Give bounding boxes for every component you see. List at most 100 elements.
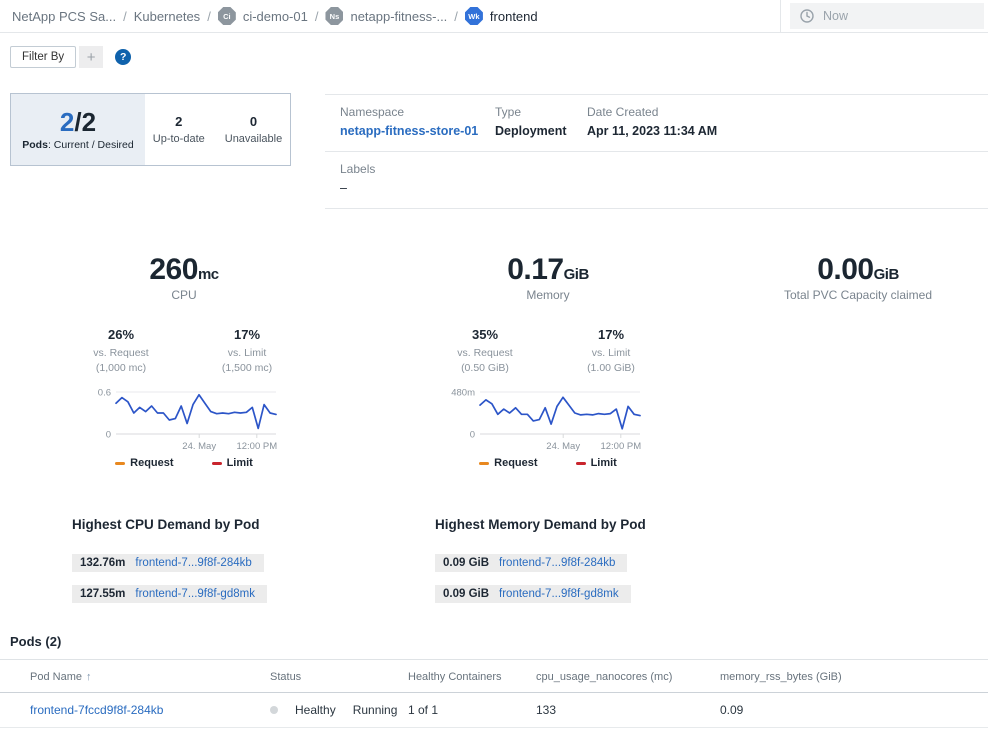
highest-memory-title: Highest Memory Demand by Pod (435, 517, 988, 532)
breadcrumb: NetApp PCS Sa... / Kubernetes / Ci ci-de… (0, 7, 538, 25)
breadcrumb-cluster[interactable]: ci-demo-01 (243, 9, 308, 24)
svg-text:0: 0 (470, 430, 475, 441)
limit-dash-icon (576, 462, 586, 465)
time-range-selector[interactable]: Now (790, 3, 984, 29)
namespace-value-link[interactable]: netapp-fitness-store-01 (340, 124, 495, 138)
memory-unit: GiB (564, 266, 589, 283)
cpu-unit: mc (198, 266, 219, 283)
pod-name-link[interactable]: frontend-7fccd9f8f-284kb (30, 703, 163, 717)
healthy-containers-value: 1 of 1 (408, 693, 536, 728)
top-pods-row: Highest CPU Demand by Pod 132.76m fronten… (0, 517, 988, 603)
highest-cpu-title: Highest CPU Demand by Pod (72, 517, 368, 532)
pods-caption: Pods: Current / Desired (22, 139, 133, 151)
memory-label: Memory (368, 288, 728, 302)
date-created-field: Date Created Apr 11, 2023 11:34 AM (587, 105, 717, 138)
question-icon: ? (120, 51, 126, 63)
filter-by-button[interactable]: Filter By (10, 46, 76, 68)
cpu-demand-pod-link[interactable]: frontend-7...9f8f-284kb (135, 557, 251, 569)
sort-asc-icon[interactable]: ↑ (86, 671, 92, 683)
cpu-demand-value: 132.76m (80, 557, 125, 569)
type-field: Type Deployment (495, 105, 587, 138)
memory-vs-request: 35% vs. Request(0.50 GiB) (439, 327, 531, 375)
help-button[interactable]: ? (115, 49, 131, 65)
breadcrumb-separator: / (207, 9, 211, 24)
pods-desired: 2 (82, 107, 96, 137)
legend-limit[interactable]: Limit (576, 457, 617, 469)
unavailable-block: 0 Unavailable (225, 114, 282, 145)
table-row[interactable]: frontend-7fccd9f8f-284kb HealthyRunning … (0, 693, 988, 728)
details-row-2: Labels – (325, 152, 988, 209)
add-filter-button[interactable]: + (79, 46, 103, 68)
memory-chart[interactable]: 480m024. May12:00 PM (368, 384, 728, 456)
cpu-vs-request: 26% vs. Request(1,000 mc) (75, 327, 167, 375)
breadcrumb-namespace[interactable]: netapp-fitness-... (350, 9, 447, 24)
memory-chart-legend: Request Limit (368, 457, 728, 469)
memory-demand-value: 0.09 GiB (443, 557, 489, 569)
up-to-date-value: 2 (153, 114, 205, 129)
status-cell: HealthyRunning (270, 703, 408, 717)
pods-current: 2 (60, 107, 74, 137)
header-right: Now (780, 0, 988, 32)
breadcrumb-kubernetes[interactable]: Kubernetes (134, 9, 201, 24)
pods-table-header-row: Pod Name↑ Status Healthy Containers cpu_… (0, 660, 988, 693)
unavailable-label: Unavailable (225, 133, 282, 145)
svg-text:24. May: 24. May (546, 441, 580, 452)
namespace-label: Namespace (340, 105, 495, 119)
pods-ratio-separator: / (74, 107, 81, 137)
highest-memory-demand-block: Highest Memory Demand by Pod 0.09 GiBfro… (368, 517, 988, 603)
status-state: Running (353, 703, 398, 717)
breadcrumb-separator: / (123, 9, 127, 24)
column-memory-rss[interactable]: memory_rss_bytes (GiB) (720, 660, 988, 693)
memory-value: 0.17GiB (368, 253, 728, 286)
svg-text:0: 0 (106, 430, 111, 441)
column-cpu-usage[interactable]: cpu_usage_nanocores (mc) (536, 660, 720, 693)
breadcrumb-tenant[interactable]: NetApp PCS Sa... (12, 9, 116, 24)
date-created-value: Apr 11, 2023 11:34 AM (587, 124, 717, 138)
details-panel: Namespace netapp-fitness-store-01 Type D… (325, 94, 988, 209)
labels-label: Labels (340, 162, 375, 176)
pvc-metric: 0.00GiB Total PVC Capacity claimed (728, 253, 988, 469)
clock-icon (800, 9, 814, 23)
column-pod-name[interactable]: Pod Name↑ (0, 660, 270, 693)
memory-demand-row: 0.09 GiBfrontend-7...9f8f-gd8mk (435, 584, 988, 603)
legend-request[interactable]: Request (115, 457, 173, 469)
up-to-date-label: Up-to-date (153, 133, 205, 145)
column-healthy-containers[interactable]: Healthy Containers (408, 660, 536, 693)
memory-rss-value: 0.09 (720, 693, 988, 728)
breadcrumb-separator: / (454, 9, 458, 24)
details-row-1: Namespace netapp-fitness-store-01 Type D… (325, 94, 988, 152)
cpu-chart-legend: Request Limit (0, 457, 368, 469)
cpu-value: 260mc (0, 253, 368, 286)
cluster-icon: Ci (218, 7, 236, 25)
pods-counts-pane: 2 Up-to-date 0 Unavailable (145, 94, 290, 165)
memory-demand-pod-link[interactable]: frontend-7...9f8f-gd8mk (499, 588, 619, 600)
filter-bar: Filter By + ? (10, 45, 988, 69)
date-created-label: Date Created (587, 105, 717, 119)
pods-current-desired-tile[interactable]: 2/2 Pods: Current / Desired (11, 94, 145, 165)
cpu-chart[interactable]: 0.6024. May12:00 PM (0, 384, 368, 456)
summary-row: 2/2 Pods: Current / Desired 2 Up-to-date… (0, 93, 988, 209)
pods-section-title: Pods (2) (10, 634, 988, 649)
cpu-label: CPU (0, 288, 368, 302)
plus-icon: + (87, 49, 96, 66)
memory-metric: 0.17GiB Memory 35% vs. Request(0.50 GiB)… (368, 253, 728, 469)
pods-summary-card: 2/2 Pods: Current / Desired 2 Up-to-date… (10, 93, 291, 166)
up-to-date-block: 2 Up-to-date (153, 114, 205, 145)
limit-dash-icon (212, 462, 222, 465)
metrics-row: 260mc CPU 26% vs. Request(1,000 mc) 17% … (0, 253, 988, 469)
breadcrumb-workload: frontend (490, 9, 538, 24)
highest-cpu-demand-block: Highest CPU Demand by Pod 132.76m fronten… (0, 517, 368, 603)
namespace-field: Namespace netapp-fitness-store-01 (340, 105, 495, 138)
svg-text:12:00 PM: 12:00 PM (236, 441, 277, 452)
request-dash-icon (479, 462, 489, 465)
memory-demand-pod-link[interactable]: frontend-7...9f8f-284kb (499, 557, 615, 569)
legend-request[interactable]: Request (479, 457, 537, 469)
time-range-label: Now (823, 9, 848, 23)
labels-value: – (340, 181, 375, 195)
cpu-demand-pod-link[interactable]: frontend-7...9f8f-gd8mk (135, 588, 255, 600)
column-status[interactable]: Status (270, 660, 408, 693)
pods-ratio: 2/2 (60, 109, 96, 135)
namespace-icon: Ns (325, 7, 343, 25)
svg-text:12:00 PM: 12:00 PM (600, 441, 641, 452)
legend-limit[interactable]: Limit (212, 457, 253, 469)
